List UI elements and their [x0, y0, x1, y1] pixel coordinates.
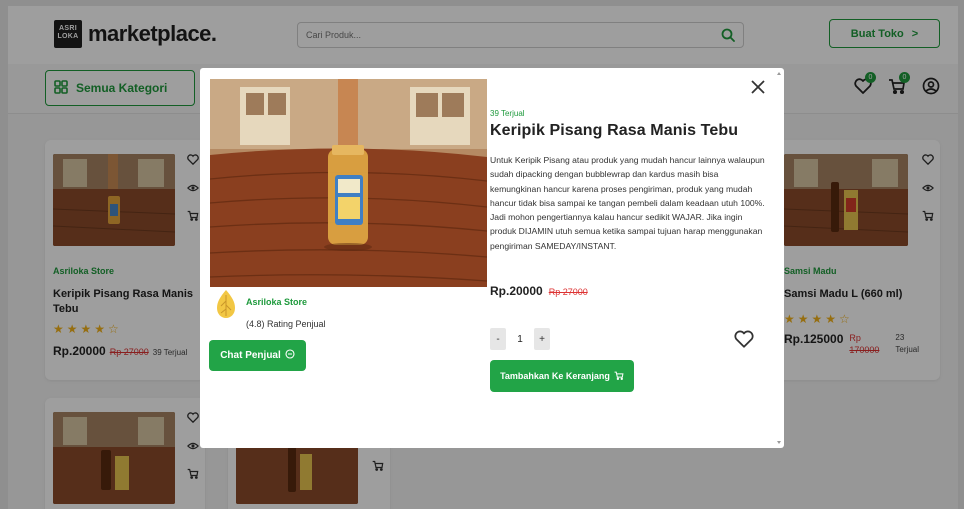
product-title: Keripik Pisang Rasa Manis Tebu	[490, 122, 739, 139]
scroll-down-icon[interactable]	[777, 441, 781, 444]
product-photo	[210, 79, 487, 287]
original-price: Rp 27000	[548, 287, 588, 297]
product-price: Rp.20000 Rp 27000	[490, 284, 588, 298]
add-to-cart-label: Tambahkan Ke Keranjang	[500, 371, 610, 381]
scroll-up-icon[interactable]	[777, 72, 781, 75]
chat-seller-label: Chat Penjual	[220, 350, 281, 361]
current-price: Rp.20000	[490, 284, 543, 298]
close-icon[interactable]	[745, 74, 771, 100]
quantity-decrease-button[interactable]: -	[490, 328, 506, 350]
chat-seller-button[interactable]: Chat Penjual	[209, 340, 306, 371]
quantity-increase-button[interactable]: +	[534, 328, 550, 350]
modal-scrollbar[interactable]	[776, 70, 782, 446]
seller-info[interactable]: Asriloka Store	[214, 289, 307, 319]
store-logo-icon	[214, 289, 238, 319]
product-description: Untuk Keripik Pisang atau produk yang mu…	[490, 155, 765, 251]
quantity-value[interactable]: 1	[512, 328, 528, 350]
add-to-cart-button[interactable]: Tambahkan Ke Keranjang	[490, 360, 634, 392]
wishlist-heart-icon[interactable]	[734, 330, 754, 350]
cart-icon	[614, 371, 624, 382]
chat-icon	[285, 349, 295, 362]
product-detail-modal: Asriloka Store (4.8) Rating Penjual Chat…	[200, 68, 784, 448]
sold-count: 39 Terjual	[490, 109, 525, 118]
quantity-stepper: - 1 +	[490, 328, 550, 350]
seller-rating: (4.8) Rating Penjual	[246, 319, 326, 329]
seller-name[interactable]: Asriloka Store	[246, 297, 307, 307]
